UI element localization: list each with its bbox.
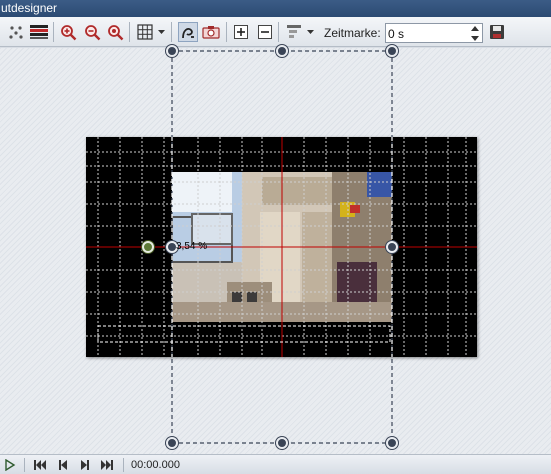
resize-handle-top-right[interactable] (386, 45, 398, 57)
zoom-in-icon[interactable] (58, 22, 78, 42)
toolbar-separator (278, 22, 279, 42)
rotation-handle[interactable] (142, 241, 154, 253)
add-object-icon[interactable] (231, 22, 251, 42)
chevron-down-icon[interactable] (158, 28, 165, 35)
transport-separator (24, 458, 25, 472)
window-title-bar: utdesigner (0, 0, 551, 17)
align-icon[interactable] (284, 22, 304, 42)
transport-bar: 00:00.000 (0, 454, 551, 474)
grid-icon[interactable] (135, 22, 155, 42)
skip-to-start-icon[interactable] (33, 459, 47, 471)
toolbar-separator (129, 22, 130, 42)
magnet-snap-icon[interactable] (178, 22, 198, 42)
resize-handle-top-left[interactable] (166, 45, 178, 57)
guides-overlay (86, 50, 477, 444)
resize-handle-top[interactable] (276, 45, 288, 57)
play-icon[interactable] (3, 459, 17, 471)
dimension-label: 3,54 % (176, 241, 208, 252)
zeitmarke-label: Zeitmarke: (324, 26, 381, 40)
toolbar: Zeitmarke: (0, 17, 551, 47)
camera-icon[interactable] (201, 22, 221, 42)
skip-to-end-icon[interactable] (100, 459, 114, 471)
chevron-down-icon[interactable] (307, 28, 314, 35)
resize-handle-right[interactable] (386, 241, 398, 253)
remove-object-icon[interactable] (255, 22, 275, 42)
toolbar-separator (53, 22, 54, 42)
toolbar-separator (226, 22, 227, 42)
window-title: utdesigner (1, 1, 58, 15)
toolbar-separator (171, 22, 172, 42)
node-points-icon[interactable] (6, 22, 26, 42)
resize-handle-bottom-left[interactable] (166, 437, 178, 449)
spin-down-icon[interactable] (469, 34, 481, 42)
resize-handle-bottom[interactable] (276, 437, 288, 449)
resize-handle-bottom-right[interactable] (386, 437, 398, 449)
zeitmarke-input[interactable] (388, 26, 468, 41)
zeitmarke-field[interactable] (385, 23, 483, 43)
canvas-workspace[interactable]: 3,54 % (0, 45, 551, 454)
step-back-icon[interactable] (56, 459, 70, 471)
save-icon[interactable] (487, 22, 507, 42)
timecode-display: 00:00.000 (131, 459, 180, 471)
spin-up-icon[interactable] (469, 25, 481, 33)
zoom-out-icon[interactable] (82, 22, 102, 42)
zoom-fit-icon[interactable] (105, 22, 125, 42)
step-forward-icon[interactable] (78, 459, 92, 471)
color-bars-icon[interactable] (29, 22, 49, 42)
transport-separator (123, 458, 124, 472)
